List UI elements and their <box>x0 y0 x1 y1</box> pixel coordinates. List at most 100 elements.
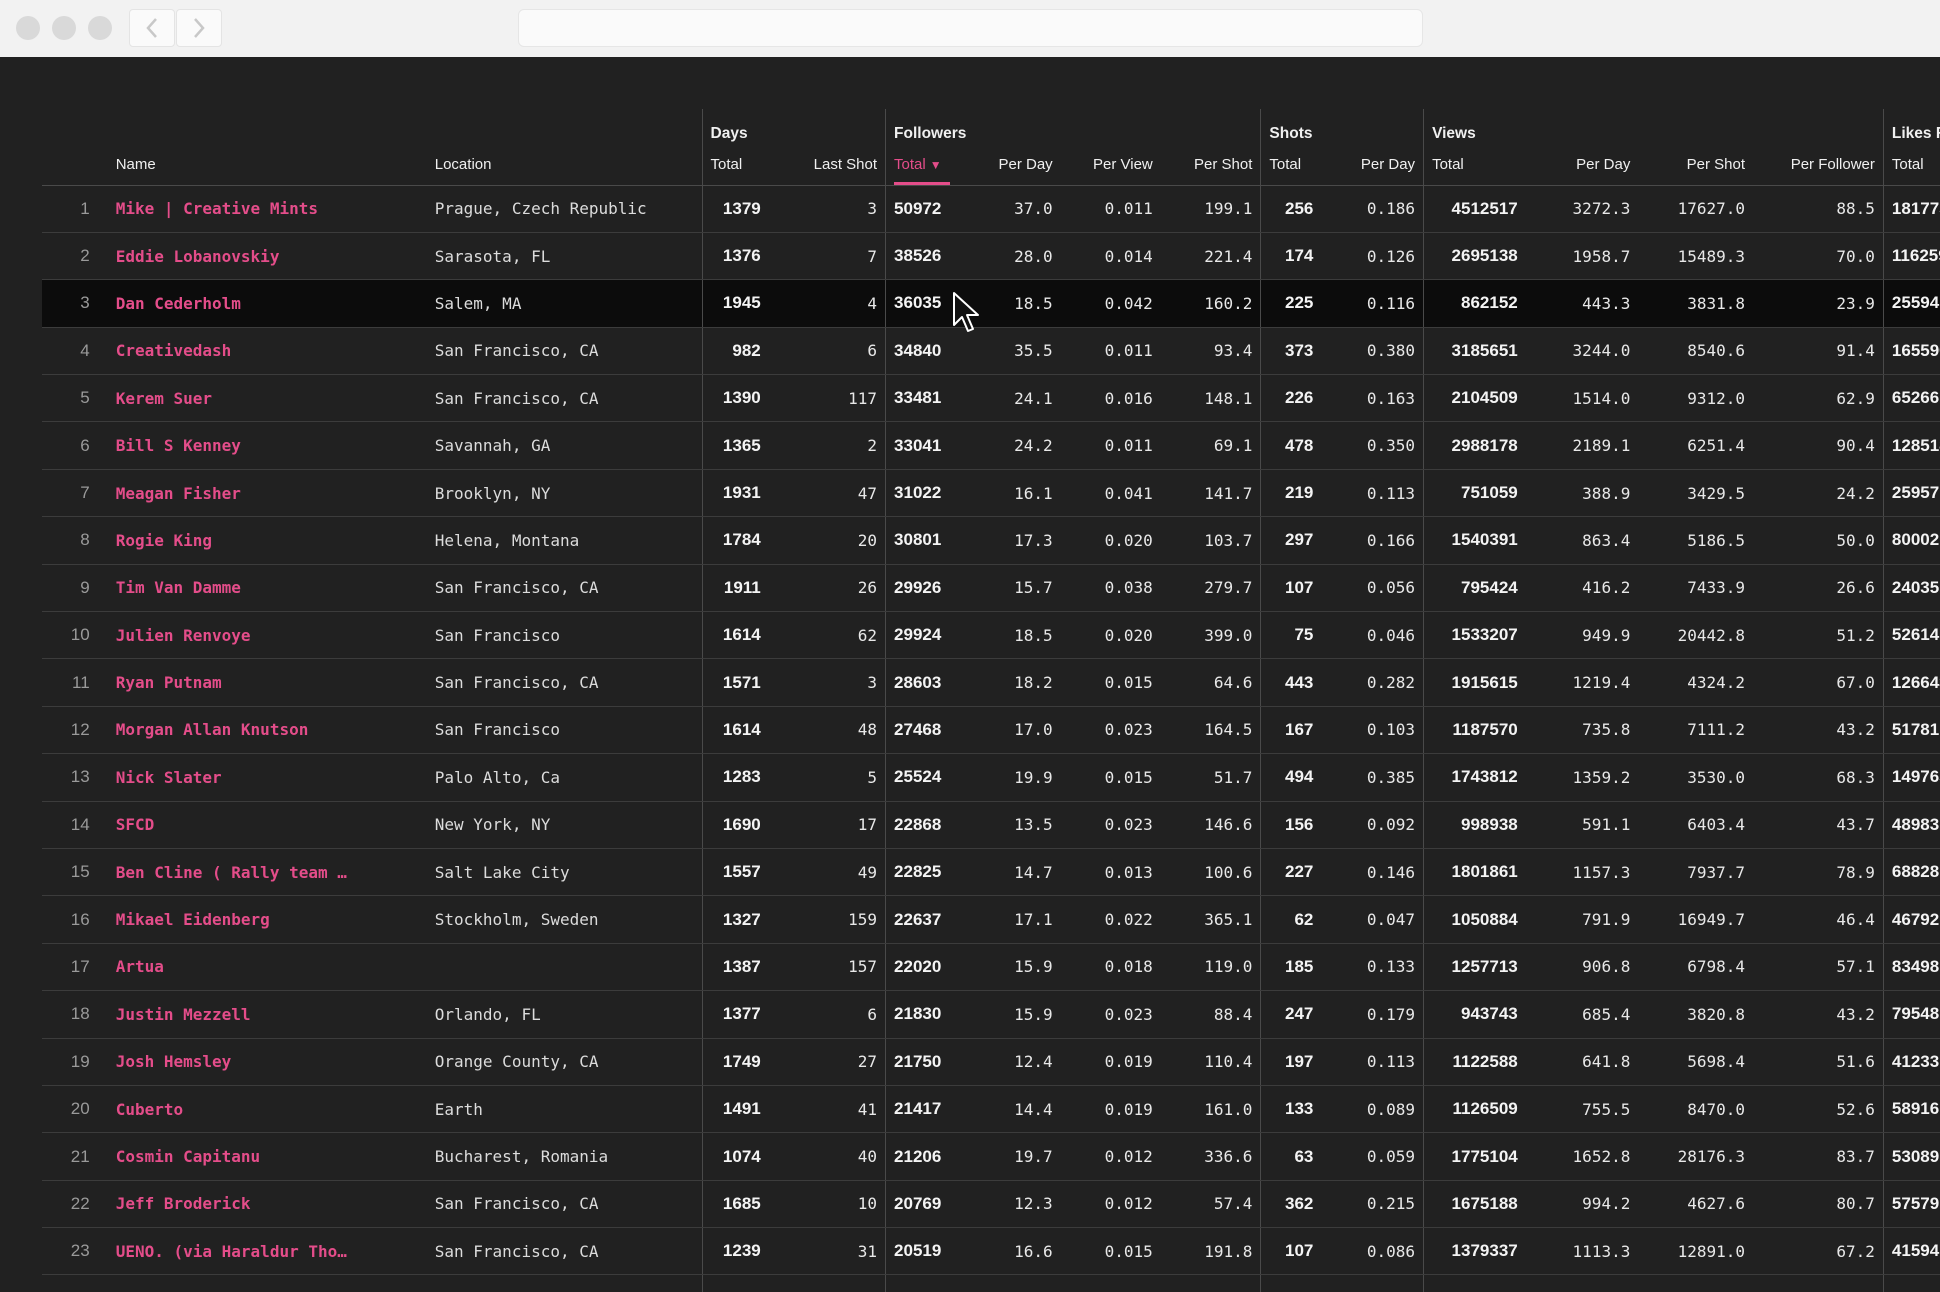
cell-views-per-day: 863.4 <box>1525 516 1639 565</box>
column-header-followers-per-day[interactable]: Per Day <box>968 145 1061 186</box>
column-header-row: Name Location Total Last Shot Total ▼ Per… <box>42 145 1940 186</box>
table-row[interactable]: 4 Creativedash San Francisco, CA 982 6 34840 3… <box>42 327 1940 376</box>
cell-shots-per-day: 0.047 <box>1321 895 1424 944</box>
designer-name-link[interactable]: Mikael Eidenberg <box>107 895 427 944</box>
window-maximize-button[interactable] <box>88 16 112 40</box>
table-row[interactable]: 13 Nick Slater Palo Alto, Ca 1283 5 25524 19.9… <box>42 753 1940 802</box>
cell-views-total: 2104509 <box>1423 374 1526 423</box>
designer-name-link[interactable]: Dan Cederholm <box>107 279 427 328</box>
table-row[interactable]: 6 Bill S Kenney Savannah, GA 1365 2 33041 24.2… <box>42 421 1940 470</box>
designer-name-link[interactable]: Meagan Fisher <box>107 469 427 518</box>
table-row[interactable]: 20 Cuberto Earth 1491 41 21417 14.4 0.019 161.0 1… <box>42 1085 1940 1134</box>
designer-name-link[interactable]: SFCD <box>107 801 427 849</box>
column-header-shots-total[interactable]: Total <box>1260 145 1322 186</box>
cell-views-total: 751059 <box>1423 469 1526 518</box>
table-row[interactable]: 8 Rogie King Helena, Montana 1784 20 30801 17.… <box>42 516 1940 565</box>
column-header-likes-total[interactable]: Total <box>1882 145 1940 186</box>
table-row[interactable]: 2 Eddie Lobanovskiy Sarasota, FL 1376 7 38526… <box>42 232 1940 281</box>
table-row[interactable]: 18 Justin Mezzell Orlando, FL 1377 6 21830 15.… <box>42 990 1940 1039</box>
table-row[interactable]: 1 Mike | Creative Mints Prague, Czech Repu… <box>42 185 1940 233</box>
column-header-followers-per-shot[interactable]: Per Shot <box>1160 145 1261 186</box>
designer-name-link[interactable]: Ben Cline ( Rally team … <box>107 848 427 897</box>
cell-views-per-day: 415.3 <box>1525 1274 1639 1292</box>
row-location: Savannah, GA <box>426 421 703 470</box>
designer-name-link[interactable]: Rogie King <box>107 516 427 565</box>
address-bar[interactable] <box>518 9 1423 47</box>
designer-name-link[interactable]: Nick Slater <box>107 753 427 802</box>
table-row[interactable]: 24Orman ClarkUK16141742025112.50.030179.… <box>42 1274 1940 1292</box>
table-row[interactable]: 21 Cosmin Capitanu Bucharest, Romania 1074 4… <box>42 1132 1940 1181</box>
column-header-views-per-day[interactable]: Per Day <box>1525 145 1639 186</box>
cell-views-per-shot: 16949.7 <box>1638 895 1754 944</box>
designer-name-link[interactable]: Bill S Kenney <box>107 421 427 470</box>
cell-followers-per-day: 24.2 <box>968 421 1061 470</box>
column-header-views-per-follower[interactable]: Per Follower <box>1753 145 1884 186</box>
column-header-shots-per-day[interactable]: Per Day <box>1321 145 1424 186</box>
cell-views-total: 1533207 <box>1423 611 1526 660</box>
table-row[interactable]: 17 Artua 1387 157 22020 15.9 0.018 119.0 185 0.13… <box>42 943 1940 992</box>
column-header-name[interactable]: Name <box>107 145 427 186</box>
cell-shots-per-day: 0.113 <box>1321 469 1424 518</box>
designer-name-link[interactable]: Artua <box>107 943 427 992</box>
cell-followers-per-day: 15.7 <box>968 564 1061 613</box>
column-header-views-per-shot[interactable]: Per Shot <box>1638 145 1754 186</box>
table-row[interactable]: 16 Mikael Eidenberg Stockholm, Sweden 1327 1… <box>42 895 1940 944</box>
table-row[interactable]: 9 Tim Van Damme San Francisco, CA 1911 26 299… <box>42 564 1940 613</box>
cell-views-per-day: 1514.0 <box>1525 374 1639 423</box>
table-row[interactable]: 10 Julien Renvoye San Francisco 1614 62 29924… <box>42 611 1940 660</box>
table-row[interactable]: 3 Dan Cederholm Salem, MA 1945 4 36035 18.5 0.0… <box>42 279 1940 328</box>
cell-shots-per-day: 0.116 <box>1321 279 1424 328</box>
table-row[interactable]: 11 Ryan Putnam San Francisco, CA 1571 3 28603… <box>42 658 1940 707</box>
cell-followers-per-shot: 64.6 <box>1160 658 1261 707</box>
column-header-days-total[interactable]: Total <box>701 145 769 186</box>
cell-views-total: 1743812 <box>1423 753 1526 802</box>
cell-days-last-shot: 117 <box>768 374 886 423</box>
designer-name-link[interactable]: Jeff Broderick <box>107 1180 427 1229</box>
designer-name-link[interactable]: Ryan Putnam <box>107 658 427 707</box>
designer-name-link[interactable]: Kerem Suer <box>107 374 427 423</box>
cell-views-per-day: 1113.3 <box>1525 1227 1639 1276</box>
table-row[interactable]: 7 Meagan Fisher Brooklyn, NY 1931 47 31022 16.… <box>42 469 1940 518</box>
column-header-followers-total[interactable]: Total ▼ <box>885 145 969 186</box>
cell-likes-total: 22852 <box>1882 1274 1940 1292</box>
designer-name-link[interactable]: Josh Hemsley <box>107 1038 427 1086</box>
designer-name-link[interactable]: UENO. (via Haraldur Tho… <box>107 1227 427 1276</box>
designer-name-link[interactable]: Cosmin Capitanu <box>107 1132 427 1181</box>
column-header-days-last-shot[interactable]: Last Shot <box>768 145 886 186</box>
cell-followers-per-view: 0.019 <box>1060 1085 1161 1134</box>
cell-views-per-shot: 7111.2 <box>1638 706 1754 755</box>
cell-days-total: 1931 <box>701 469 769 518</box>
forward-button[interactable] <box>176 9 222 47</box>
table-row[interactable]: 12 Morgan Allan Knutson San Francisco 1614 4… <box>42 706 1940 755</box>
cell-followers-total: 29926 <box>885 564 969 613</box>
cell-views-per-day: 735.8 <box>1525 706 1639 755</box>
table-row[interactable]: 22 Jeff Broderick San Francisco, CA 1685 10 2… <box>42 1180 1940 1229</box>
cell-days-total: 982 <box>701 327 769 376</box>
back-button[interactable] <box>129 9 175 47</box>
table-row[interactable]: 5 Kerem Suer San Francisco, CA 1390 117 33481… <box>42 374 1940 423</box>
designer-name-link[interactable]: Julien Renvoye <box>107 611 427 660</box>
designer-name-link[interactable]: Morgan Allan Knutson <box>107 706 427 755</box>
cell-followers-per-shot: 141.7 <box>1160 469 1261 518</box>
designer-name-link[interactable]: Orman Clark <box>107 1274 427 1292</box>
designer-name-link[interactable]: Creativedash <box>107 327 427 376</box>
column-header-followers-per-view[interactable]: Per View <box>1060 145 1161 186</box>
row-location: Sarasota, FL <box>426 232 703 281</box>
cell-views-per-day: 1652.8 <box>1525 1132 1639 1181</box>
designer-name-link[interactable]: Mike | Creative Mints <box>107 185 427 233</box>
designer-name-link[interactable]: Eddie Lobanovskiy <box>107 232 427 281</box>
table-row[interactable]: 23 UENO. (via Haraldur Tho… San Francisco,… <box>42 1227 1940 1276</box>
column-header-views-total[interactable]: Total <box>1423 145 1526 186</box>
row-rank: 12 <box>42 706 108 755</box>
table-row[interactable]: 19 Josh Hemsley Orange County, CA 1749 27 217… <box>42 1038 1940 1086</box>
designer-name-link[interactable]: Justin Mezzell <box>107 990 427 1039</box>
cell-views-per-follower: 83.7 <box>1753 1132 1884 1181</box>
cell-followers-per-day: 14.7 <box>968 848 1061 897</box>
designer-name-link[interactable]: Cuberto <box>107 1085 427 1134</box>
window-minimize-button[interactable] <box>52 16 76 40</box>
designer-name-link[interactable]: Tim Van Damme <box>107 564 427 613</box>
column-header-location[interactable]: Location <box>426 145 703 186</box>
table-row[interactable]: 15 Ben Cline ( Rally team … Salt Lake City… <box>42 848 1940 897</box>
table-row[interactable]: 14 SFCD New York, NY 1690 17 22868 13.5 0.023 14… <box>42 801 1940 849</box>
window-close-button[interactable] <box>16 16 40 40</box>
